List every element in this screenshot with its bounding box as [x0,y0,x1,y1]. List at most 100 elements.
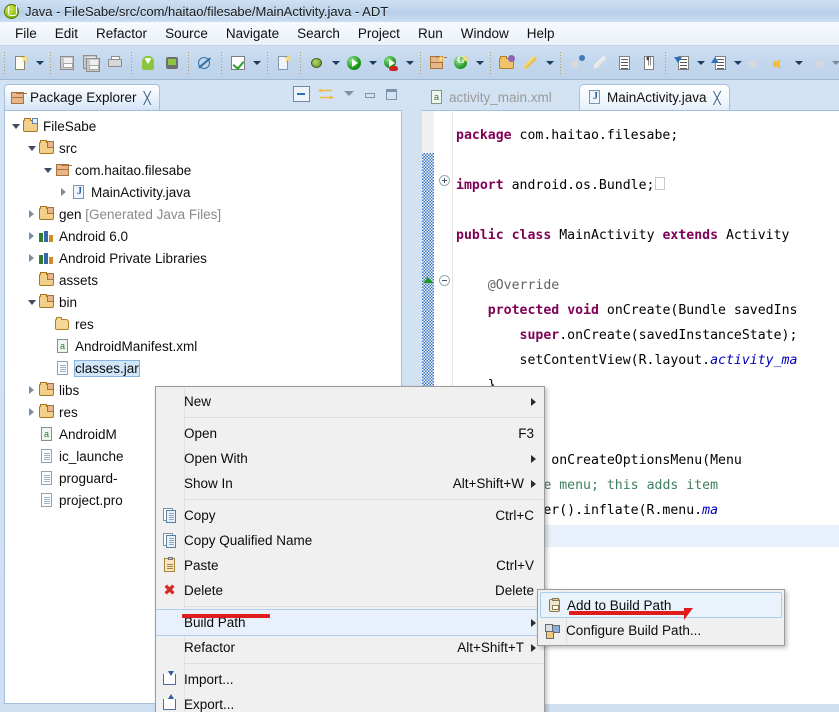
java-project-icon [22,118,40,134]
debug-dropdown[interactable] [330,52,341,74]
paste-icon [161,557,178,574]
chevron-down-icon[interactable] [9,115,22,137]
menu-item-accelerator: Alt+Shift+W [452,476,524,491]
menu-item-copy[interactable]: Copy Ctrl+C [156,503,544,528]
menu-item-import[interactable]: Import... [156,667,544,692]
menu-refactor[interactable]: Refactor [87,24,156,43]
open-type-button[interactable] [496,52,518,74]
collapse-all-icon[interactable] [293,86,310,102]
back-history-button[interactable] [769,52,791,74]
menu-edit[interactable]: Edit [46,24,87,43]
tab-activity-main-xml[interactable]: activity_main.xml [422,84,560,110]
tree-item-src[interactable]: src [5,137,401,159]
tree-item-androidmanifest-xml[interactable]: AndroidManifest.xml [5,335,401,357]
close-icon[interactable]: ╳ [714,91,721,105]
chevron-right-icon [531,397,536,406]
forward-dropdown[interactable] [830,52,839,74]
minimize-icon[interactable] [364,88,377,101]
menu-search[interactable]: Search [288,24,349,43]
build-dropdown[interactable] [251,52,262,74]
chevron-right-icon[interactable] [25,379,38,401]
previous-annotation-button[interactable] [708,52,730,74]
open-type-folder-icon [499,54,515,71]
quick-fix-button[interactable] [520,52,542,74]
menu-source[interactable]: Source [156,24,217,43]
menu-item-open-with[interactable]: Open With [156,446,544,471]
menu-item-open[interactable]: Open F3 [156,421,544,446]
tree-item-android-6-0[interactable]: Android 6.0 [5,225,401,247]
source-folder-icon [38,382,56,398]
maximize-icon[interactable] [385,88,398,101]
new-wizard-dropdown[interactable] [34,52,45,74]
save-all-button[interactable] [80,52,102,74]
new-wizard-button[interactable] [10,52,32,74]
menu-help[interactable]: Help [518,24,564,43]
next-annotation-dropdown[interactable] [695,52,706,74]
tab-package-explorer[interactable]: Package Explorer ╳ [4,84,160,110]
tree-item-res[interactable]: res [5,313,401,335]
toggle-block-selection-button[interactable] [638,52,660,74]
run-button[interactable] [343,52,365,74]
chevron-right-icon[interactable] [25,225,38,247]
menu-item-new[interactable]: New [156,389,544,414]
tab-mainactivity-java[interactable]: MainActivity.java ╳ [579,84,730,110]
forward-button[interactable] [806,52,828,74]
link-with-editor-icon[interactable] [318,87,335,102]
close-icon[interactable]: ╳ [144,91,151,105]
new-class-dropdown[interactable] [474,52,485,74]
tree-item-assets[interactable]: assets [5,269,401,291]
new-class-button[interactable] [450,52,472,74]
search-button[interactable] [566,52,588,74]
chevron-right-icon[interactable] [57,181,70,203]
next-annotation-button[interactable] [671,52,693,74]
tree-item-classes-jar[interactable]: classes.jar [5,357,401,379]
previous-annotation-dropdown[interactable] [732,52,743,74]
android-virtual-device-manager-button[interactable] [161,52,183,74]
tree-item-bin[interactable]: bin [5,291,401,313]
save-button[interactable] [56,52,78,74]
build-path-submenu[interactable]: Add to Build Path Configure Build Path..… [537,589,785,646]
menu-window[interactable]: Window [452,24,518,43]
menu-item-paste[interactable]: Paste Ctrl+V [156,553,544,578]
quick-fix-dropdown[interactable] [544,52,555,74]
context-menu[interactable]: New Open F3 Open With Show In Alt+Shift+… [155,386,545,712]
fold-expand-icon[interactable] [439,175,450,186]
skip-breakpoints-button[interactable] [194,52,216,74]
run-dropdown[interactable] [367,52,378,74]
menu-item-copy-qualified-name[interactable]: Copy Qualified Name [156,528,544,553]
chevron-down-icon[interactable] [41,159,54,181]
menu-item-configure-build-path[interactable]: Configure Build Path... [538,618,784,643]
chevron-down-icon[interactable] [25,291,38,313]
new-package-button[interactable] [426,52,448,74]
tree-item-mainactivity-java[interactable]: MainActivity.java [5,181,401,203]
menu-file[interactable]: File [6,24,46,43]
menu-item-export[interactable]: Export... [156,692,544,712]
tree-item-com-haitao-filesabe[interactable]: com.haitao.filesabe [5,159,401,181]
toggle-mark-occurrences-button[interactable] [590,52,612,74]
export-android-app-button[interactable] [137,52,159,74]
menu-project[interactable]: Project [349,24,409,43]
build-button[interactable] [227,52,249,74]
view-menu-icon[interactable] [343,88,356,101]
menu-run[interactable]: Run [409,24,452,43]
tree-item-android-private-libraries[interactable]: Android Private Libraries [5,247,401,269]
show-whitespace-button[interactable] [614,52,636,74]
menu-item-show-in[interactable]: Show In Alt+Shift+W [156,471,544,496]
tree-item-gen[interactable]: gen [Generated Java Files] [5,203,401,225]
back-history-dropdown[interactable] [793,52,804,74]
print-button[interactable] [104,52,126,74]
back-button[interactable] [745,52,767,74]
chevron-right-icon[interactable] [25,401,38,423]
fold-collapse-icon[interactable] [439,275,450,286]
chevron-down-icon[interactable] [25,137,38,159]
run-external-tools-button[interactable] [380,52,402,74]
menu-navigate[interactable]: Navigate [217,24,288,43]
chevron-right-icon[interactable] [25,203,38,225]
debug-button[interactable] [306,52,328,74]
external-tools-dropdown[interactable] [404,52,415,74]
tree-item-filesabe[interactable]: FileSabe [5,115,401,137]
menu-item-delete[interactable]: ✖ Delete Delete [156,578,544,603]
new-android-project-button[interactable] [273,52,295,74]
menu-item-refactor[interactable]: Refactor Alt+Shift+T [156,635,544,660]
chevron-right-icon[interactable] [25,247,38,269]
